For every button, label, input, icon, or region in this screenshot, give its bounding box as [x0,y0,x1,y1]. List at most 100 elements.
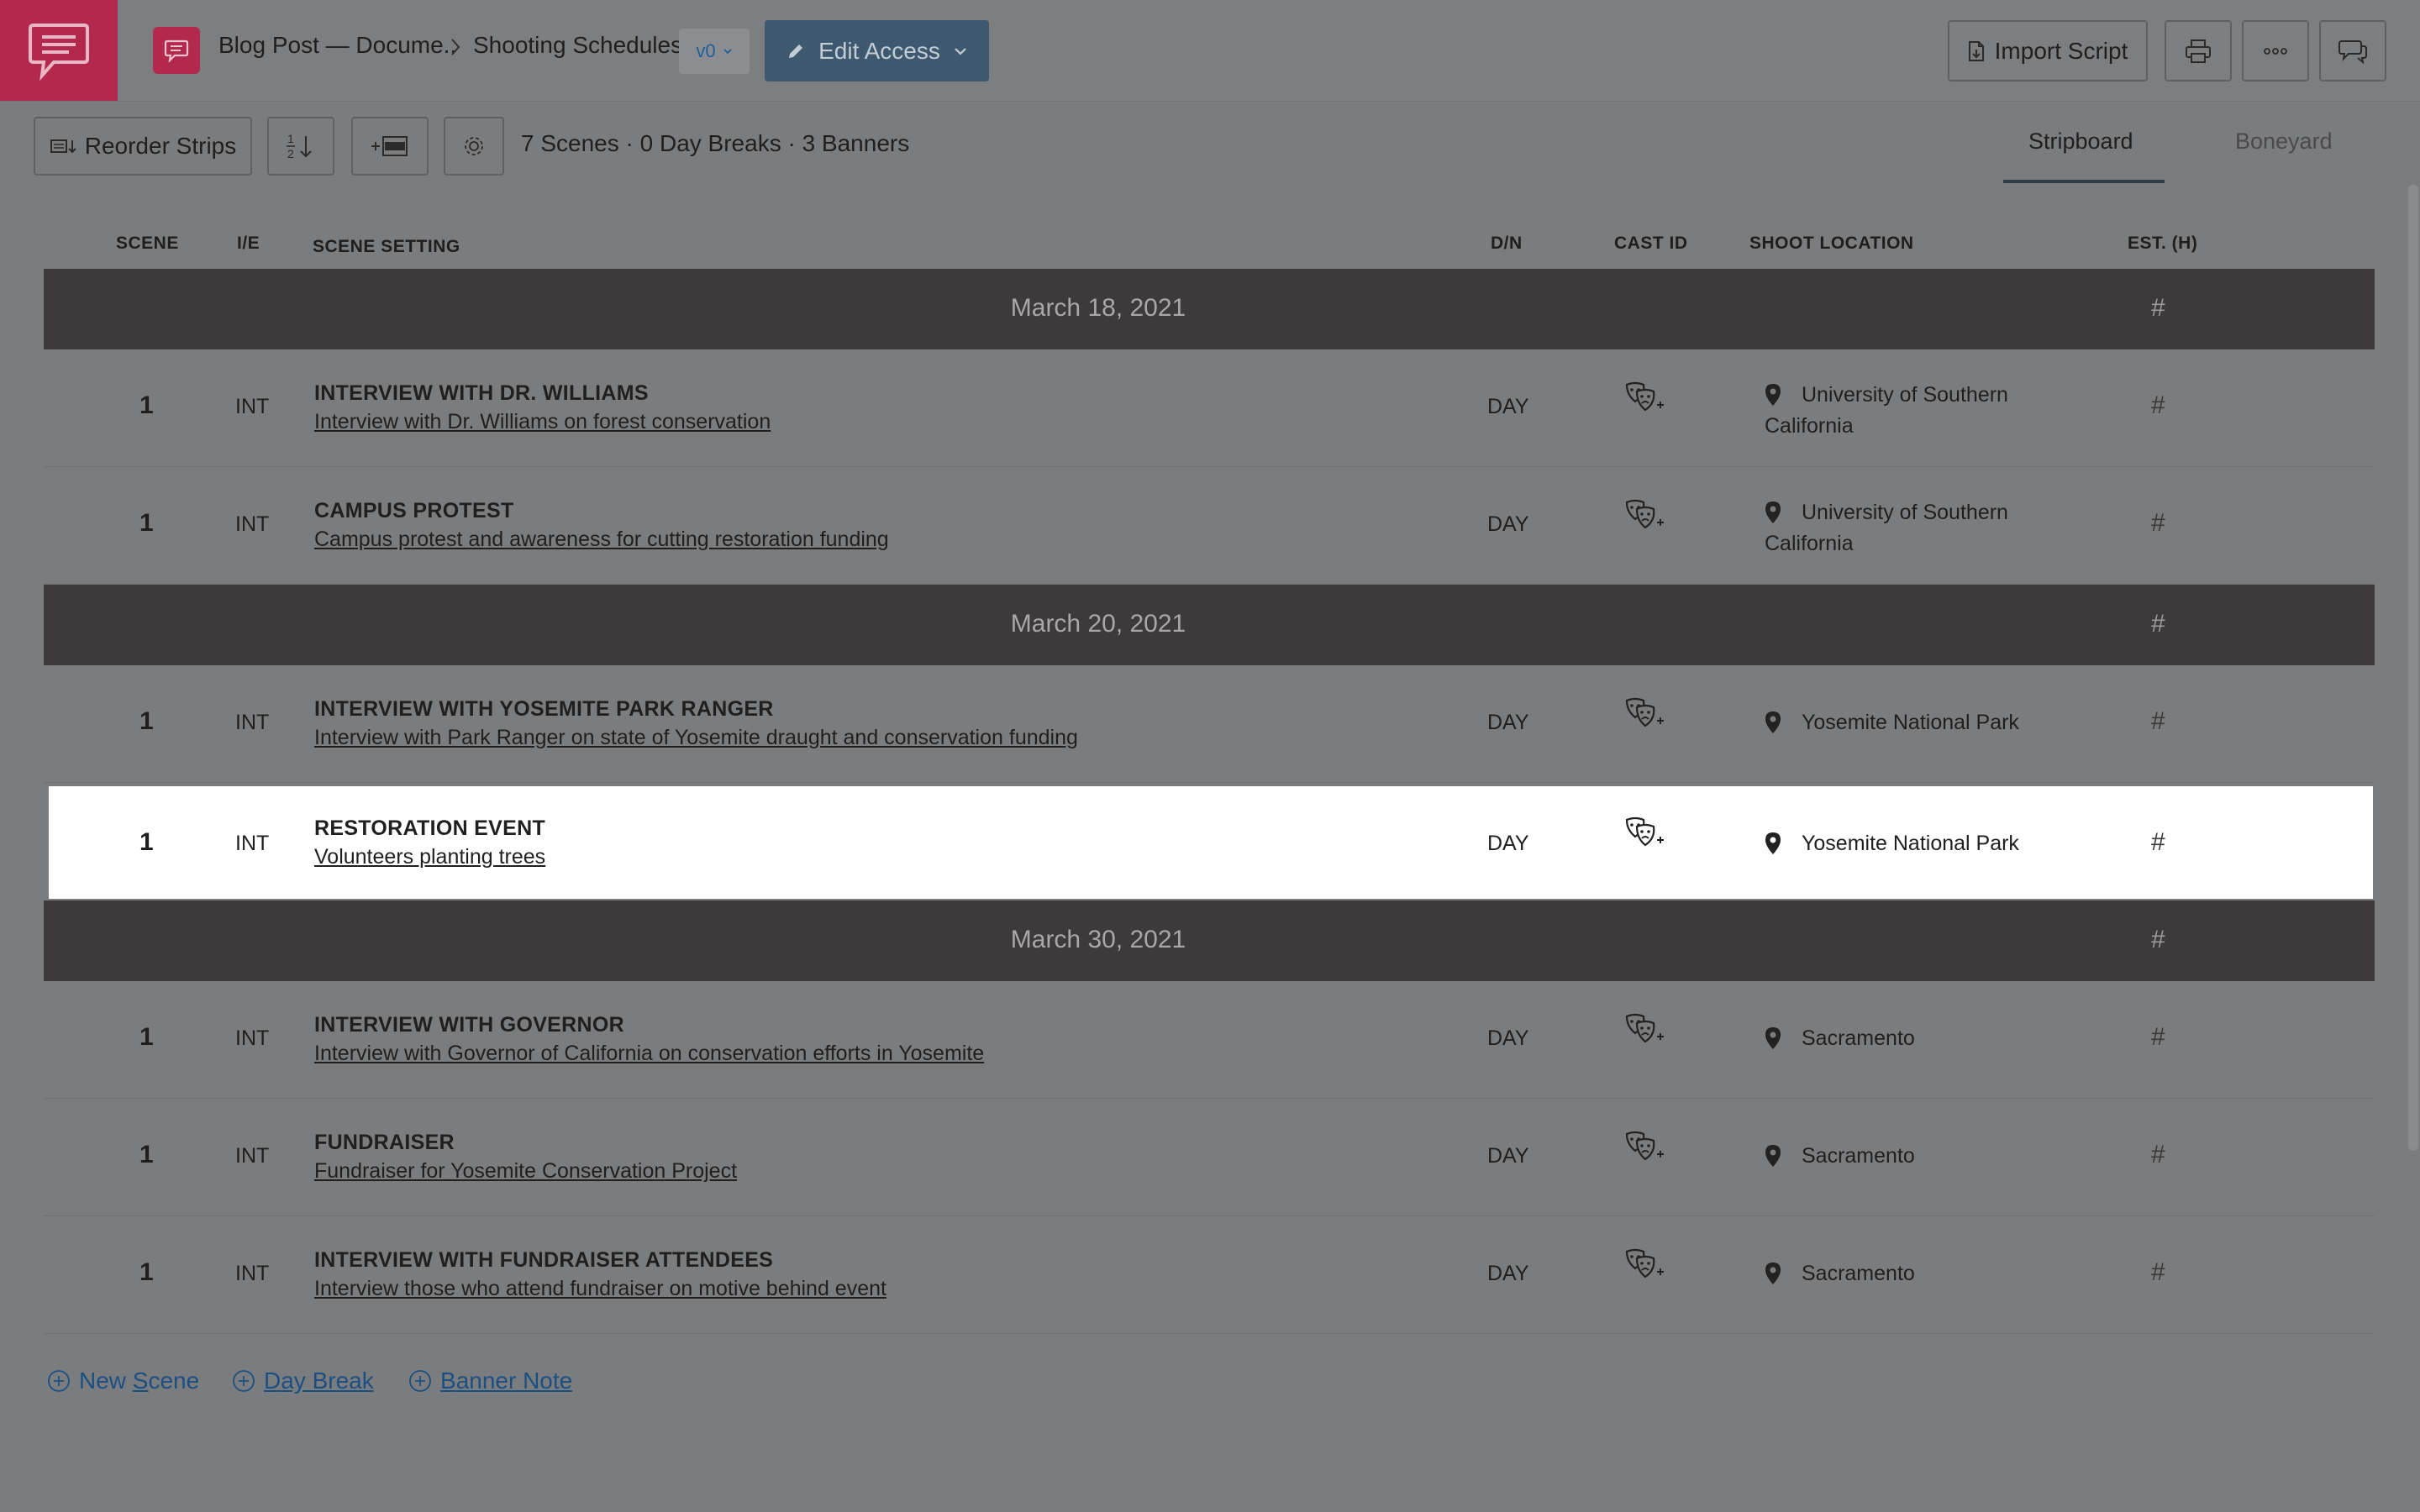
tab-boneyard[interactable]: Boneyard [2235,129,2333,155]
shoot-location[interactable]: Sacramento [1765,1023,2033,1054]
cast-masks-icon[interactable] [1623,1129,1667,1173]
scene-int-ext: INT [235,395,270,418]
scene-description[interactable]: Interview with Park Ranger on state of Y… [314,726,1078,750]
edit-access-label: Edit Access [818,37,940,64]
shoot-location-name: Yosemite National Park [1802,711,2019,734]
svg-text:2: 2 [287,147,294,160]
scene-day-night: DAY [1487,832,1529,855]
column-header-est-hours[interactable]: EST. (H) [2128,234,2197,254]
chevron-down-icon [723,49,732,55]
shoot-location[interactable]: Yosemite National Park [1765,828,2033,859]
chevron-right-icon [451,39,460,55]
est-hours[interactable]: # [2151,509,2165,538]
scene-strip[interactable]: 1 INT FUNDRAISER Fundraiser for Yosemite… [44,1099,2375,1216]
scene-description[interactable]: Interview with Dr. Williams on forest co… [314,410,771,434]
scene-day-night: DAY [1487,395,1529,418]
cast-masks-icon[interactable] [1623,380,1667,423]
version-dropdown[interactable]: v0 [679,29,750,74]
import-script-button[interactable]: Import Script [1948,20,2148,81]
banner-date: March 30, 2021 [1010,926,1186,953]
new-scene-button[interactable]: New Scene [47,1368,199,1394]
comments-icon [2338,39,2367,64]
day-banner[interactable]: March 30, 2021 # [44,900,2375,981]
cast-masks-icon[interactable] [1623,1011,1667,1055]
breadcrumb-page[interactable]: Shooting Schedules [473,32,682,59]
comments-button[interactable] [2319,20,2386,81]
column-header-dn[interactable]: D/N [1491,234,1523,254]
more-options-button[interactable] [2242,20,2309,81]
column-header-scene-setting[interactable]: SCENE SETTING [313,237,460,257]
scene-strip[interactable]: 1 INT INTERVIEW WITH FUNDRAISER ATTENDEE… [44,1216,2375,1334]
cast-masks-icon[interactable] [1623,497,1667,541]
scene-day-night: DAY [1487,512,1529,536]
plus-circle-icon [48,1370,70,1392]
est-hours[interactable]: # [2151,707,2165,736]
edit-access-button[interactable]: Edit Access [765,20,989,81]
shoot-location-name: Sacramento [1802,1262,1915,1285]
scene-strip-selected[interactable]: 1 INT RESTORATION EVENT Volunteers plant… [49,786,2373,899]
scene-int-ext: INT [235,1144,270,1168]
day-banner[interactable]: March 18, 2021 # [44,269,2375,349]
scene-title: CAMPUS PROTEST [314,499,514,522]
print-button[interactable] [2165,20,2232,81]
est-hours[interactable]: # [2151,1023,2165,1052]
document-icon[interactable] [153,27,200,74]
vertical-scrollbar[interactable] [2408,185,2418,1151]
scene-strip[interactable]: 1 INT INTERVIEW WITH GOVERNOR Interview … [44,981,2375,1099]
scene-number: 1 [139,1258,154,1286]
settings-button[interactable] [444,117,504,176]
add-banner-button[interactable] [351,117,429,176]
shoot-location[interactable]: Sacramento [1765,1141,2033,1172]
import-script-label: Import Script [1994,37,2128,64]
new-scene-label: New Scene [79,1368,200,1394]
cast-masks-icon[interactable] [1623,1247,1667,1290]
top-bar: Blog Post — Docume.. Shooting Schedules … [0,0,2420,101]
tab-stripboard[interactable]: Stripboard [2028,129,2133,155]
column-header-shoot-location[interactable]: SHOOT LOCATION [1749,234,1914,254]
scene-description[interactable]: Volunteers planting trees [314,845,545,869]
column-header-cast-id[interactable]: CAST ID [1614,234,1688,254]
banner-est-hours[interactable]: # [2151,926,2165,954]
day-break-button[interactable]: Day Break [232,1368,374,1394]
scene-strip[interactable]: 1 INT CAMPUS PROTEST Campus protest and … [44,467,2375,585]
scene-title: INTERVIEW WITH GOVERNOR [314,1013,624,1037]
est-hours[interactable]: # [2151,1141,2165,1169]
file-icon [1968,40,1984,61]
shoot-location[interactable]: Yosemite National Park [1765,707,2033,738]
cast-masks-icon[interactable] [1623,696,1667,739]
est-hours[interactable]: # [2151,1258,2165,1287]
scene-description[interactable]: Campus protest and awareness for cutting… [314,528,889,552]
scene-number: 1 [139,391,154,419]
banner-est-hours[interactable]: # [2151,610,2165,638]
day-banner[interactable]: March 20, 2021 # [44,585,2375,665]
shoot-location-name: Sacramento [1802,1026,1915,1050]
print-icon [2186,39,2211,63]
scene-description[interactable]: Interview those who attend fundraiser on… [314,1277,886,1301]
scene-description[interactable]: Fundraiser for Yosemite Conservation Pro… [314,1159,737,1184]
scene-description[interactable]: Interview with Governor of California on… [314,1042,984,1066]
chevron-down-icon [955,47,966,55]
location-pin-icon [1765,1263,1781,1284]
banner-date: March 18, 2021 [1010,294,1186,322]
shoot-location[interactable]: University of Southern California [1765,380,2033,442]
cast-masks-icon[interactable] [1623,815,1667,858]
reorder-strips-button[interactable]: Reorder Strips [34,117,252,176]
banner-est-hours[interactable]: # [2151,294,2165,323]
studiobinder-logo-icon[interactable] [0,0,118,101]
location-pin-icon [1765,384,1781,406]
scene-strip[interactable]: 1 INT INTERVIEW WITH DR. WILLIAMS Interv… [44,349,2375,467]
est-hours[interactable]: # [2151,828,2165,857]
shoot-location[interactable]: Sacramento [1765,1258,2033,1289]
scene-number: 1 [139,509,154,537]
shoot-location[interactable]: University of Southern California [1765,497,2033,559]
shoot-location-name: Yosemite National Park [1802,832,2019,855]
column-header-ie[interactable]: I/E [237,234,260,254]
banner-note-button[interactable]: Banner Note [408,1368,572,1394]
est-hours[interactable]: # [2151,391,2165,420]
add-banner-icon [371,136,408,156]
sort-button[interactable]: 1 2 [267,117,334,176]
scene-day-night: DAY [1487,1262,1529,1285]
scene-strip[interactable]: 1 INT INTERVIEW WITH YOSEMITE PARK RANGE… [44,665,2375,783]
breadcrumb-project[interactable]: Blog Post — Docume.. [218,32,456,59]
column-header-scene[interactable]: SCENE [116,234,179,254]
